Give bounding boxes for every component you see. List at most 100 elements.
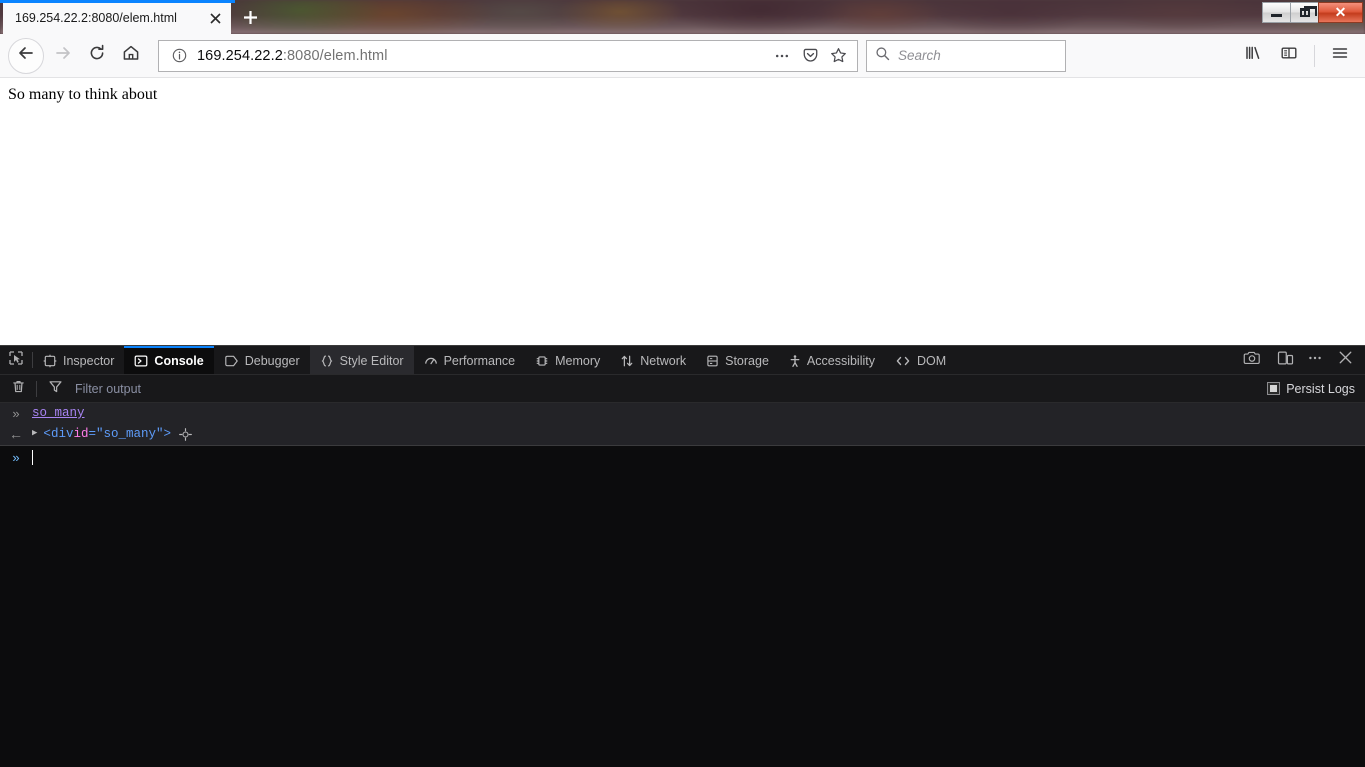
- minimize-button[interactable]: [1262, 1, 1291, 23]
- devtools-tab-label: Storage: [725, 354, 769, 368]
- result-arrow-icon: ←: [9, 426, 23, 442]
- devtools-toolbar: Inspector Console Debugger Style Editor …: [0, 346, 1365, 375]
- inspect-node-icon[interactable]: [179, 428, 192, 441]
- devtools-tab-label: DOM: [916, 354, 947, 368]
- debugger-icon: [224, 354, 239, 368]
- devtools-tab-label: Inspector: [63, 354, 115, 368]
- prompt-chevron-icon: »: [12, 449, 20, 465]
- url-path: :8080/elem.html: [282, 47, 388, 64]
- sidebars-button[interactable]: [1272, 39, 1306, 73]
- close-devtools-button[interactable]: [1331, 346, 1359, 374]
- navigation-toolbar: 169.254.22.2:8080/elem.html Search: [0, 34, 1365, 78]
- devtools-tab-console[interactable]: Console: [124, 346, 214, 374]
- restore-icon: [1299, 5, 1317, 17]
- identity-info-icon[interactable]: [169, 48, 189, 63]
- close-icon: ✕: [1334, 4, 1347, 20]
- tab-title: 169.254.22.2:8080/elem.html: [15, 12, 177, 25]
- minimize-icon: [1271, 13, 1282, 17]
- meatball-menu-icon: [1307, 350, 1323, 371]
- funnel-icon: [48, 379, 63, 399]
- url-bar-actions: [769, 43, 853, 69]
- element-picker-button[interactable]: [0, 346, 32, 374]
- trash-icon: [11, 379, 26, 399]
- text-caret: [32, 449, 33, 465]
- expand-twisty-icon[interactable]: ▶: [32, 425, 37, 442]
- url-input[interactable]: 169.254.22.2:8080/elem.html: [189, 48, 769, 64]
- browser-window: 169.254.22.2:8080/elem.html ✕ 169.254.22…: [0, 0, 1365, 767]
- devtools-tab-performance[interactable]: Performance: [414, 346, 526, 374]
- filter-funnel-button[interactable]: [43, 377, 67, 401]
- console-output[interactable]: » so_many ← ▶ < div id = "so_many" > »: [0, 403, 1365, 767]
- devtools-tab-accessibility[interactable]: Accessibility: [779, 346, 885, 374]
- responsive-design-mode-button[interactable]: [1271, 346, 1299, 374]
- new-tab-button[interactable]: [235, 2, 265, 32]
- reload-button[interactable]: [80, 39, 114, 73]
- pocket-icon[interactable]: [797, 43, 823, 69]
- accessibility-icon: [789, 354, 801, 368]
- sidebar-icon: [1280, 44, 1298, 67]
- reload-icon: [88, 44, 106, 67]
- devtools-tab-label: Memory: [555, 354, 601, 368]
- node-open-bracket: <: [43, 427, 51, 441]
- console-result-node: ▶ < div id = "so_many" >: [32, 426, 1365, 443]
- back-button[interactable]: [8, 37, 44, 74]
- devtools-tab-label: Accessibility: [806, 354, 875, 368]
- input-chevron-icon: »: [12, 406, 20, 421]
- storage-icon: [706, 354, 719, 368]
- search-icon: [875, 46, 890, 66]
- devtools-tab-style-editor[interactable]: Style Editor: [309, 346, 414, 374]
- bookmark-star-icon[interactable]: [825, 43, 851, 69]
- toolbar-right-controls: [1236, 39, 1357, 73]
- console-input-expression: so_many: [32, 405, 1365, 422]
- home-button[interactable]: [114, 39, 148, 73]
- devtools-tab-network[interactable]: Network: [610, 346, 696, 374]
- devtools-tab-dom[interactable]: DOM: [885, 346, 956, 374]
- devtools-tab-inspector[interactable]: Inspector: [33, 346, 124, 374]
- devtools-tab-memory[interactable]: Memory: [525, 346, 610, 374]
- devtools-tab-list: Inspector Console Debugger Style Editor …: [33, 346, 956, 374]
- home-icon: [122, 44, 140, 67]
- window-controls: ✕: [1262, 1, 1363, 23]
- devtools-tab-storage[interactable]: Storage: [696, 346, 779, 374]
- inspector-icon: [43, 354, 57, 368]
- search-bar[interactable]: Search: [866, 39, 1066, 72]
- devtools-meatball-menu-button[interactable]: [1301, 346, 1329, 374]
- devtools-tab-label: Network: [640, 354, 687, 368]
- console-input-row[interactable]: » so_many: [0, 403, 1365, 424]
- search-input[interactable]: Search: [890, 48, 941, 63]
- console-result-row[interactable]: ← ▶ < div id = "so_many" >: [0, 424, 1365, 446]
- identifier-token[interactable]: so_many: [32, 405, 85, 422]
- app-menu-button[interactable]: [1323, 39, 1357, 73]
- node-attribute-name: id: [73, 427, 89, 441]
- persist-logs-control[interactable]: Persist Logs: [1267, 382, 1365, 396]
- library-icon: [1244, 44, 1262, 67]
- responsive-icon: [1277, 350, 1294, 371]
- console-icon: [134, 354, 148, 368]
- console-filter-bar: Filter output Persist Logs: [0, 375, 1365, 403]
- browser-tab[interactable]: 169.254.22.2:8080/elem.html: [3, 0, 231, 34]
- devtools-tab-label: Performance: [443, 354, 516, 368]
- close-window-button[interactable]: ✕: [1318, 1, 1363, 23]
- filter-input[interactable]: Filter output: [67, 382, 1267, 396]
- performance-icon: [424, 354, 438, 368]
- clear-console-button[interactable]: [6, 377, 30, 401]
- style-editor-icon: [320, 354, 334, 368]
- memory-icon: [535, 354, 549, 368]
- console-prompt-row[interactable]: »: [0, 446, 1365, 468]
- tab-close-icon[interactable]: [205, 9, 225, 29]
- network-icon: [620, 354, 634, 368]
- screenshot-button[interactable]: [1238, 346, 1266, 374]
- node-close-bracket: >: [163, 427, 172, 441]
- url-bar[interactable]: 169.254.22.2:8080/elem.html: [158, 39, 858, 72]
- page-actions-button[interactable]: [769, 43, 795, 69]
- forward-button[interactable]: [46, 39, 80, 73]
- forward-arrow-icon: [54, 44, 72, 67]
- page-viewport: So many to think about: [0, 78, 1365, 345]
- camera-icon: [1243, 350, 1261, 371]
- library-button[interactable]: [1236, 39, 1270, 73]
- back-arrow-icon: [17, 44, 35, 67]
- restore-button[interactable]: [1290, 1, 1319, 23]
- devtools-tab-label: Console: [154, 354, 204, 368]
- devtools-tab-debugger[interactable]: Debugger: [214, 346, 310, 374]
- persist-logs-checkbox[interactable]: [1267, 382, 1281, 395]
